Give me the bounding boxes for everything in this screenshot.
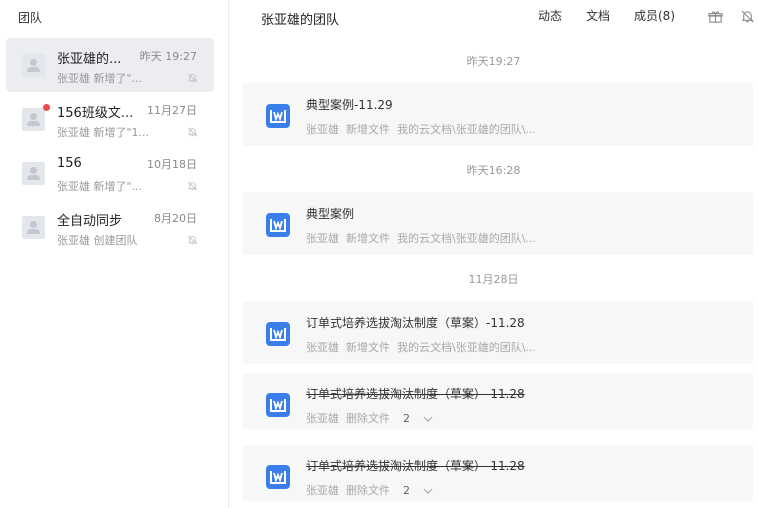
tab-members[interactable]: 成员(8) xyxy=(627,7,682,26)
file-title: 订单式培养选拔淘汰制度（草案）-11.28 xyxy=(306,387,525,401)
activity-card[interactable]: 订单式培养选拔淘汰制度（草案）-11.28 张亚雄 新增文件 我的云文档\张亚雄的团队… xyxy=(242,301,753,364)
word-doc-icon xyxy=(266,213,290,237)
team-avatar-icon xyxy=(22,162,45,185)
activity-meta: 张亚雄 新增文件 我的云文档\张亚雄的团队\... xyxy=(306,230,543,246)
date-separator: 昨天16:28 xyxy=(466,164,521,177)
team-name: 156 xyxy=(57,156,82,171)
main-panel: 张亚雄的团队 动态 文档 成员(8) 昨天19:27 典型案例-11.29 张亚雄新… xyxy=(229,0,758,508)
activity-action: 删除文件 xyxy=(346,484,390,497)
activity-card[interactable]: 订单式培养选拔淘汰制度（草案）-11.28 张亚雄 删除文件 2 xyxy=(242,373,753,429)
team-item[interactable]: 全自动同步 8月20日张亚雄 创建团队 xyxy=(6,200,214,254)
activity-meta: 张亚雄 删除文件 2 xyxy=(306,410,433,426)
activity-card[interactable]: 典型案例张亚雄 新增文件 我的云文档\张亚雄的团队\... xyxy=(242,192,753,255)
activity-card[interactable]: 典型案例-11.29 张亚雄 新增文件 我的云文档\张亚雄的团队\... xyxy=(242,83,753,146)
activity-action: 删除文件 xyxy=(346,412,390,425)
word-doc-icon xyxy=(266,393,290,417)
tab-activity[interactable]: 动态 xyxy=(531,7,569,26)
word-doc-icon xyxy=(266,104,290,128)
team-time: 11月27日 xyxy=(147,104,197,117)
chevron-down-icon[interactable] xyxy=(423,488,433,494)
activity-card[interactable]: 订单式培养选拔淘汰制度（草案）-11.28 张亚雄 删除文件 2 xyxy=(242,445,753,501)
team-time: 昨天 19:27 xyxy=(139,50,197,63)
bell-muted-icon[interactable] xyxy=(187,177,198,191)
activity-meta: 张亚雄 新增文件 我的云文档\张亚雄的团队\... xyxy=(306,339,543,355)
team-last-activity: 张亚雄 创建团队 xyxy=(57,234,138,247)
date-separator: 11月28日 xyxy=(468,273,519,286)
activity-user: 张亚雄 xyxy=(306,341,339,354)
file-title[interactable]: 典型案例-11.29 xyxy=(306,96,393,113)
team-sidebar: 团队 张亚雄的... 昨天 19:27 张亚雄 新增了"... 156班级文... 11… xyxy=(0,0,229,508)
activity-user: 张亚雄 xyxy=(306,484,339,497)
team-avatar-icon xyxy=(22,108,45,131)
file-count: 2 xyxy=(403,412,410,425)
file-path: 我的云文档\张亚雄的团队\... xyxy=(397,341,536,354)
bell-muted-icon[interactable] xyxy=(187,69,198,83)
file-path: 我的云文档\张亚雄的团队\... xyxy=(397,232,536,245)
team-last-activity: 张亚雄 新增了"... xyxy=(57,72,143,85)
activity-user: 张亚雄 xyxy=(306,123,339,136)
file-count: 2 xyxy=(403,484,410,497)
team-avatar-icon xyxy=(22,54,45,77)
file-title[interactable]: 典型案例 xyxy=(306,205,354,222)
file-title[interactable]: 订单式培养选拔淘汰制度（草案）-11.28 xyxy=(306,314,525,331)
team-last-activity: 张亚雄 新增了"... xyxy=(57,180,143,193)
activity-meta: 张亚雄 新增文件 我的云文档\张亚雄的团队\... xyxy=(306,121,543,137)
file-title: 订单式培养选拔淘汰制度（草案）-11.28 xyxy=(306,459,525,473)
activity-user: 张亚雄 xyxy=(306,412,339,425)
tab-documents[interactable]: 文档 xyxy=(579,7,617,26)
team-item[interactable]: 156班级文... 11月27日张亚雄 新增了"1... xyxy=(6,92,214,146)
activity-action: 新增文件 xyxy=(346,232,390,245)
activity-action: 新增文件 xyxy=(346,341,390,354)
team-title: 张亚雄的团队 xyxy=(261,13,340,28)
activity-action: 新增文件 xyxy=(346,123,390,136)
bell-muted-icon[interactable] xyxy=(740,9,755,24)
team-last-activity: 张亚雄 新增了"1... xyxy=(57,126,150,139)
word-doc-icon xyxy=(266,465,290,489)
team-item[interactable]: 156 10月18日 张亚雄 新增了"... xyxy=(6,146,214,200)
team-item[interactable]: 张亚雄的... 昨天 19:27 张亚雄 新增了"... xyxy=(6,38,214,92)
team-avatar-icon xyxy=(22,216,45,239)
date-separator: 昨天19:27 xyxy=(466,55,521,68)
team-name: 156班级文... xyxy=(57,106,134,121)
unread-dot xyxy=(43,104,50,111)
team-name: 张亚雄的... xyxy=(57,52,122,67)
team-time: 8月20日 xyxy=(154,212,197,225)
chevron-down-icon[interactable] xyxy=(423,416,433,422)
bell-muted-icon[interactable] xyxy=(187,231,198,245)
file-path: 我的云文档\张亚雄的团队\... xyxy=(397,123,536,136)
activity-meta: 张亚雄 删除文件 2 xyxy=(306,482,433,498)
gift-icon[interactable] xyxy=(708,9,723,24)
word-doc-icon xyxy=(266,322,290,346)
app-window: 团队 张亚雄的... 昨天 19:27 张亚雄 新增了"... 156班级文... 11… xyxy=(0,0,758,508)
bell-muted-icon[interactable] xyxy=(187,123,198,137)
team-name: 全自动同步 xyxy=(57,214,123,229)
activity-user: 张亚雄 xyxy=(306,232,339,245)
team-time: 10月18日 xyxy=(147,158,197,171)
sidebar-title: 团队 xyxy=(18,11,43,25)
